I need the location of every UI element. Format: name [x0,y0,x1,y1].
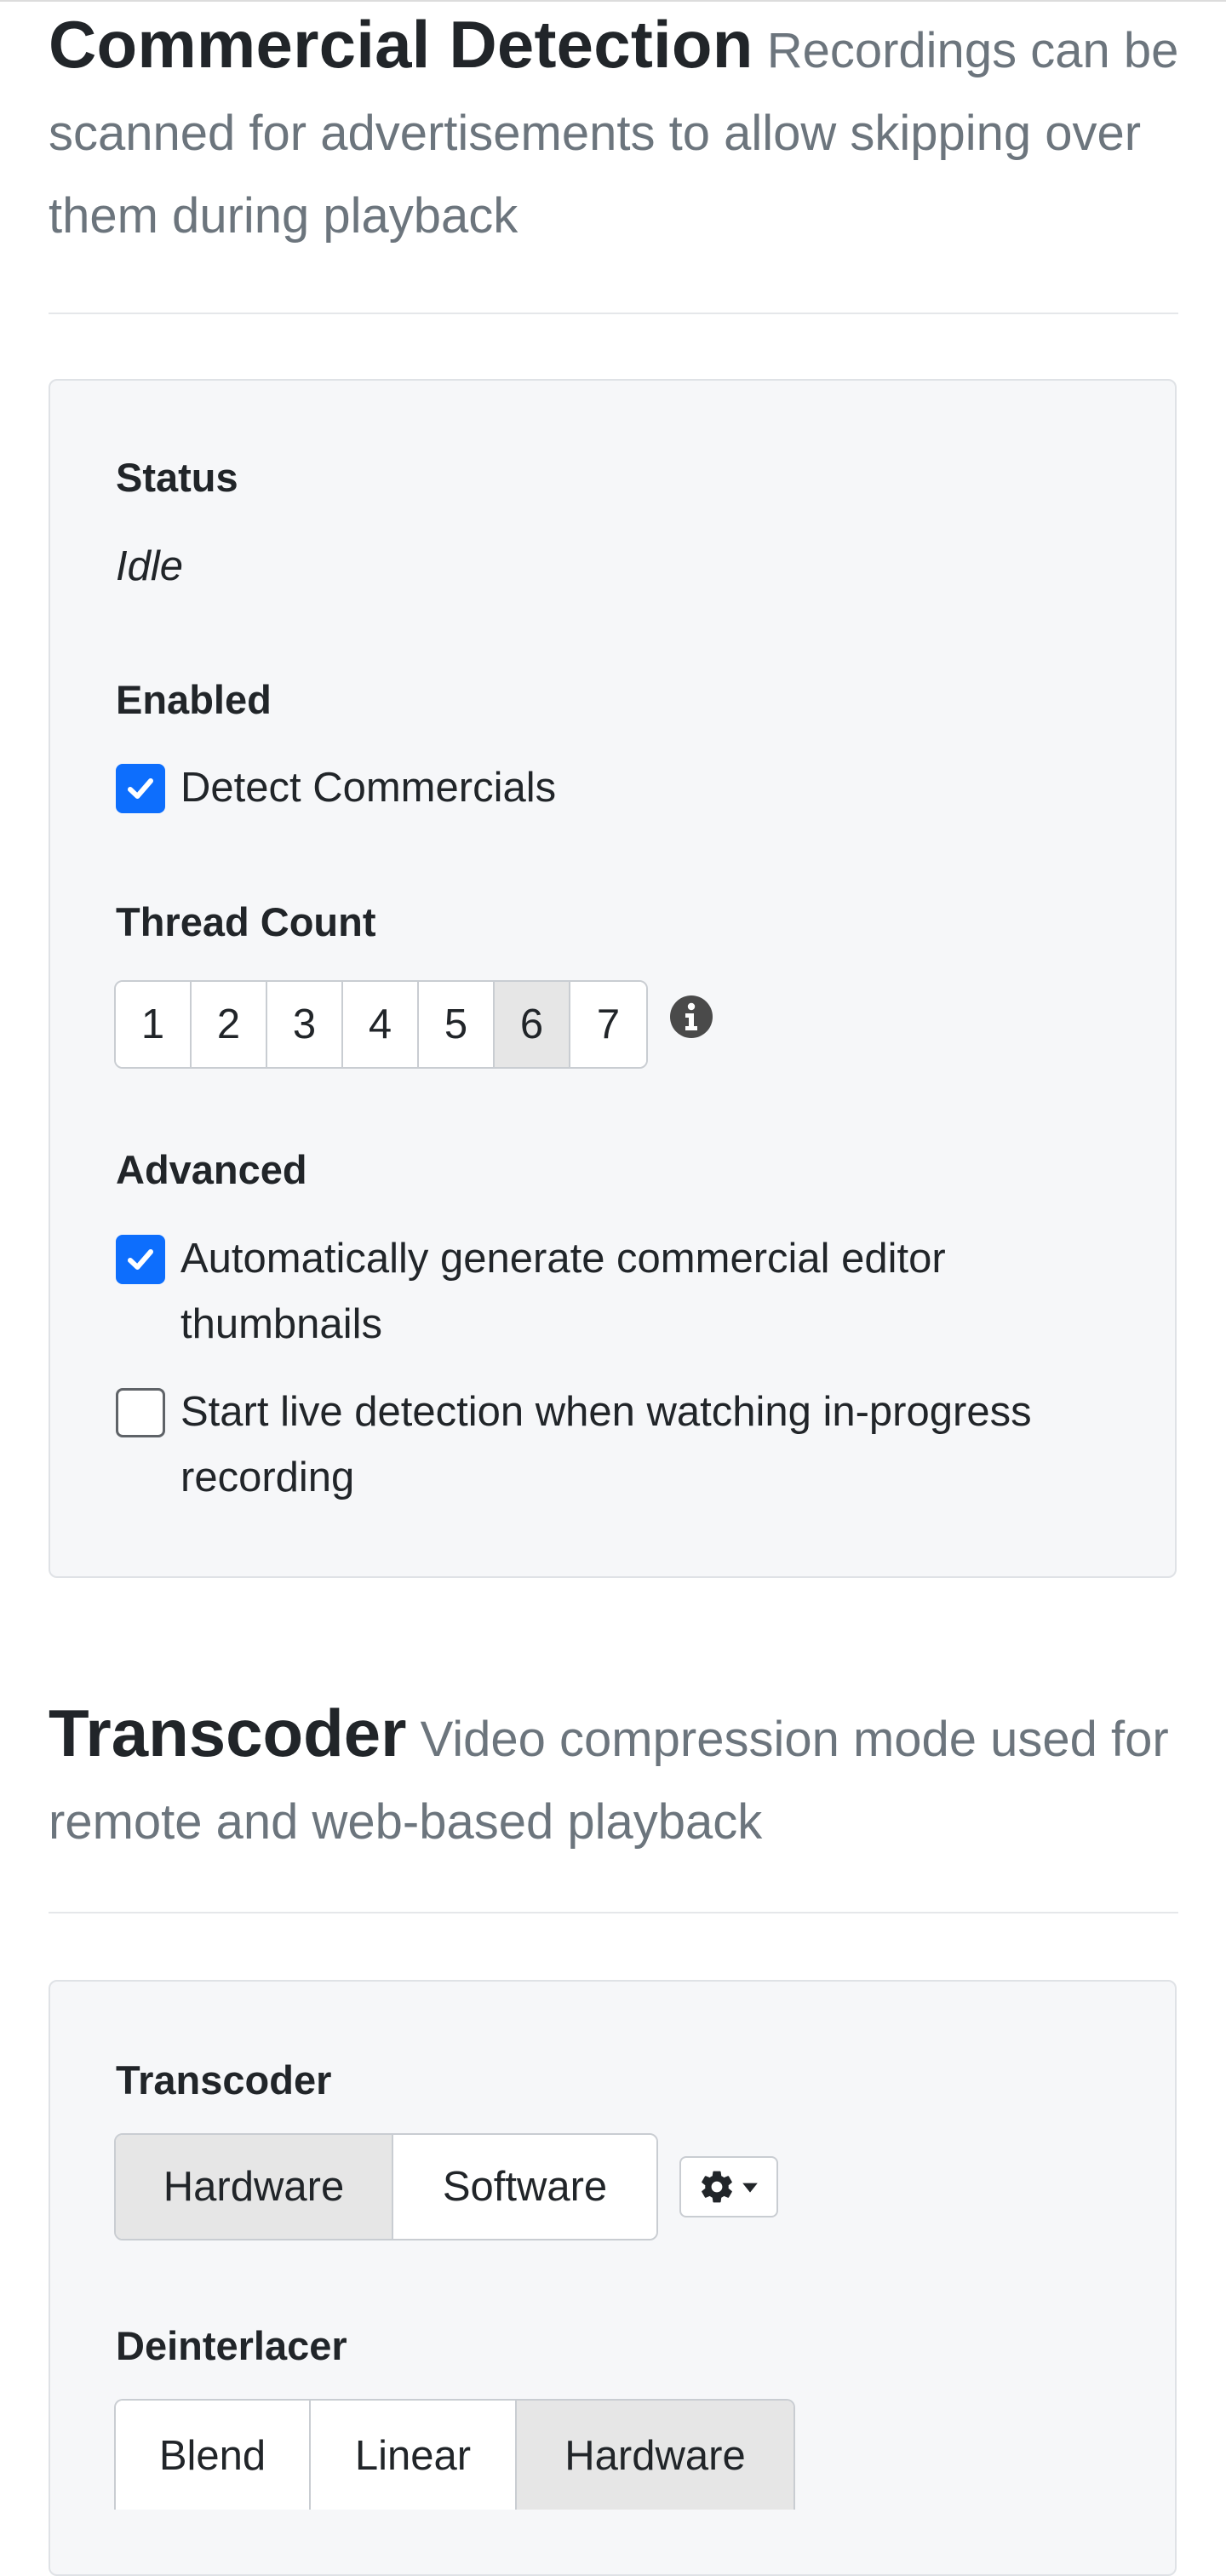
thread-option-7[interactable]: 7 [570,982,646,1067]
transcoder-title: Transcoder [49,1695,407,1770]
checkmark-icon [128,1249,153,1270]
thread-option-6[interactable]: 6 [495,982,570,1067]
transcoder-option-hardware[interactable]: Hardware [116,2135,393,2239]
live-detection-label[interactable]: Start live detection when watching in-pr… [180,1380,1120,1511]
detect-commercials-row[interactable]: Detect Commercials [116,755,1120,821]
caret-down-icon [742,2183,758,2193]
thread-option-4[interactable]: 4 [343,982,419,1067]
thread-option-5[interactable]: 5 [419,982,495,1067]
thread-count-selector: 1 2 3 4 5 6 7 [114,980,648,1069]
transcoder-header: Transcoder Video compression mode used f… [49,1692,1181,1863]
deinterlacer-selector: Blend Linear Hardware [114,2399,795,2510]
transcoder-option-software[interactable]: Software [393,2135,656,2239]
thread-count-label: Thread Count [116,899,376,944]
deinterlacer-option-linear[interactable]: Linear [311,2401,517,2510]
checkmark-icon [128,778,153,799]
thread-option-3[interactable]: 3 [267,982,343,1067]
enabled-label: Enabled [116,677,272,722]
gear-icon [702,2171,732,2203]
top-border [0,0,1226,2]
transcoder-selector: Hardware Software [114,2133,658,2240]
deinterlacer-label: Deinterlacer [116,2323,347,2368]
live-detection-checkbox[interactable] [116,1388,165,1437]
detect-commercials-label[interactable]: Detect Commercials [180,755,556,821]
auto-thumbnails-checkbox[interactable] [116,1235,165,1284]
transcoder-label: Transcoder [116,2057,332,2103]
status-value: Idle [116,543,184,589]
auto-thumbnails-row[interactable]: Automatically generate commercial editor… [116,1226,1120,1357]
advanced-label: Advanced [116,1147,307,1192]
deinterlacer-option-blend[interactable]: Blend [116,2401,311,2510]
transcoder-settings-dropdown[interactable] [679,2156,778,2217]
commercial-detection-header: Commercial Detection Recordings can be s… [49,3,1181,257]
info-circle-icon[interactable] [669,995,713,1039]
detect-commercials-checkbox[interactable] [116,764,165,813]
deinterlacer-option-hardware[interactable]: Hardware [517,2401,793,2510]
thread-option-1[interactable]: 1 [116,982,192,1067]
status-label: Status [116,455,238,500]
thread-option-2[interactable]: 2 [192,982,267,1067]
section-divider [49,313,1178,314]
commercial-detection-title: Commercial Detection [49,7,753,82]
commercial-detection-card: Status Idle Enabled Detect Commercials T… [49,379,1177,1578]
auto-thumbnails-label[interactable]: Automatically generate commercial editor… [180,1226,1120,1357]
section-divider [49,1912,1178,1913]
live-detection-row[interactable]: Start live detection when watching in-pr… [116,1380,1120,1511]
